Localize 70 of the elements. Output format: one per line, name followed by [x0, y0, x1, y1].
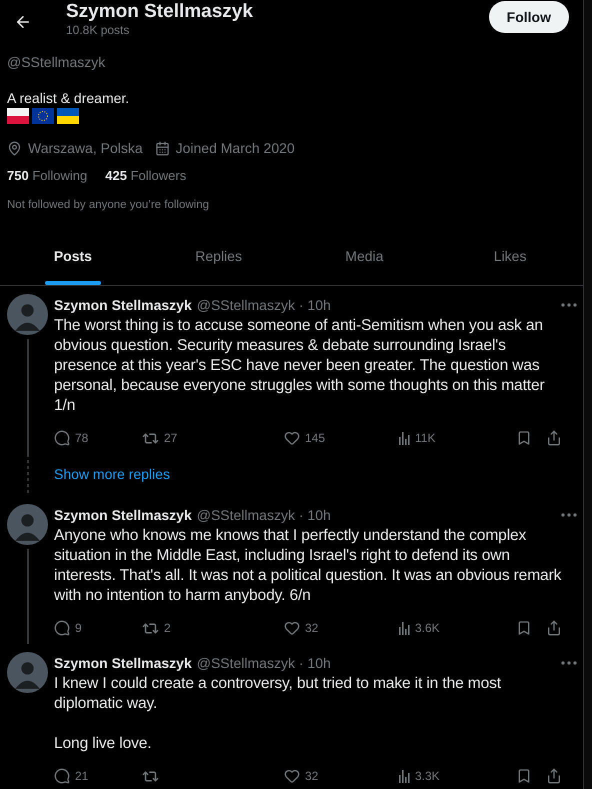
views-button[interactable]: 11K — [399, 431, 516, 445]
post-meta: @SStellmaszyk · 10h — [196, 507, 332, 523]
views-button[interactable]: 3.6K — [399, 621, 516, 635]
heart-icon — [284, 620, 300, 636]
repost-button[interactable]: 27 — [142, 430, 284, 446]
bookmark-icon — [516, 620, 532, 636]
more-icon — [561, 661, 577, 665]
ukraine-flag-icon — [57, 108, 79, 124]
follow-button[interactable]: Follow — [488, 1, 569, 33]
author-name[interactable]: Szymon Stellmaszyk — [54, 655, 192, 671]
profile-tab[interactable]: Replies — [146, 240, 292, 285]
more-icon — [561, 513, 577, 517]
speech-bubble-icon — [54, 430, 70, 446]
share-icon — [546, 768, 562, 784]
bookmark-button[interactable] — [516, 620, 532, 636]
avatar[interactable] — [7, 294, 48, 335]
share-icon — [546, 430, 562, 446]
mutuals-note: Not followed by anyone you’re following — [7, 198, 210, 213]
author-name[interactable]: Szymon Stellmaszyk — [54, 297, 192, 313]
profile-name: Szymon Stellmaszyk — [66, 1, 254, 23]
poland-flag-icon — [7, 108, 29, 124]
views-button[interactable]: 3.3K — [399, 769, 516, 783]
like-button[interactable]: 32 — [284, 620, 399, 636]
heart-icon — [284, 768, 300, 784]
calendar-icon — [154, 140, 170, 156]
reply-button[interactable]: 21 — [54, 768, 142, 784]
show-more-link[interactable]: Show more replies — [54, 454, 577, 496]
more-button[interactable] — [561, 303, 577, 307]
profile-tab[interactable]: Posts — [0, 240, 146, 285]
share-button[interactable] — [546, 620, 562, 636]
bar-chart-icon — [399, 770, 410, 782]
share-button[interactable] — [546, 430, 562, 446]
avatar[interactable] — [7, 504, 48, 545]
bookmark-button[interactable] — [516, 430, 532, 446]
join-date: Joined March 2020 — [176, 139, 295, 158]
author-name[interactable]: Szymon Stellmaszyk — [54, 507, 192, 523]
post-count: 10.8K posts — [66, 23, 130, 37]
profile-tab[interactable]: Likes — [437, 240, 583, 285]
profile-bio: A realist & dreamer. — [7, 89, 130, 108]
profile-tab[interactable]: Media — [292, 240, 438, 285]
avatar[interactable] — [7, 652, 48, 693]
bookmark-icon — [516, 430, 532, 446]
bookmark-icon — [516, 768, 532, 784]
eu-flag-icon — [32, 108, 54, 124]
share-icon — [546, 620, 562, 636]
following-count-link[interactable]: 750 Following — [7, 166, 88, 186]
post-text: Anyone who knows me knows that I perfectly understand the complex situation in the Middle East, including Israel's right to defend its own interests. That's all. It was not a political question. It was an obvious remark with no intention to harm anybody. 6/n — [54, 526, 562, 606]
reply-button[interactable]: 78 — [54, 430, 142, 446]
repost-button[interactable]: 2 — [142, 620, 284, 636]
reply-button[interactable]: 9 — [54, 620, 142, 636]
more-icon — [561, 303, 577, 307]
like-button[interactable]: 32 — [284, 768, 399, 784]
more-button[interactable] — [561, 513, 577, 517]
location-icon — [7, 140, 22, 156]
followers-count-link[interactable]: 425 Followers — [105, 166, 186, 186]
speech-bubble-icon — [54, 620, 70, 636]
bookmark-button[interactable] — [516, 768, 532, 784]
like-button[interactable]: 145 — [284, 430, 399, 446]
post-text: The worst thing is to accuse someone of anti-Semitism when you ask an obvious question. Security measures & debate surrounding Israel's presence at this year's ESC have never been greater. The question was personal, because everyone struggles with some thoughts on this matter 1/n — [54, 316, 546, 416]
bar-chart-icon — [399, 432, 410, 444]
profile-handle: @SStellmaszyk — [7, 53, 106, 72]
post-meta: @SStellmaszyk · 10h — [196, 655, 332, 671]
post-text: I knew I could create a controversy, but tried to make it in the most diplomatic way. Long live love. — [54, 674, 502, 754]
more-button[interactable] — [561, 661, 577, 665]
speech-bubble-icon — [54, 768, 70, 784]
post-meta: @SStellmaszyk · 10h — [196, 297, 332, 313]
profile-location: Warszawa, Polska — [28, 139, 143, 158]
bar-chart-icon — [399, 622, 410, 634]
share-button[interactable] — [546, 768, 562, 784]
heart-icon — [284, 430, 300, 446]
